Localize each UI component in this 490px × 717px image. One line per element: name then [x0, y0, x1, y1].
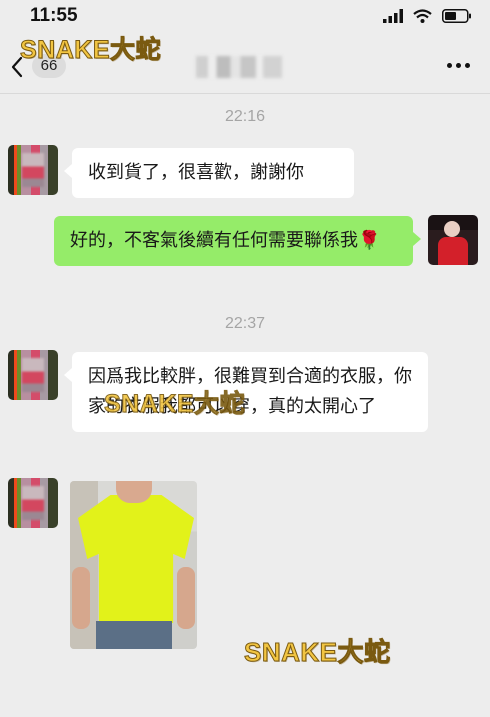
- contact-avatar[interactable]: [8, 145, 58, 195]
- contact-avatar[interactable]: [8, 350, 58, 400]
- message-text: 因爲我比較胖，很難買到合適的衣服，你家的衣服我都可以穿，真的太開心了: [88, 366, 412, 417]
- contact-name-blurred: ​: [196, 56, 282, 78]
- unread-count-badge[interactable]: 66: [32, 54, 66, 78]
- self-avatar[interactable]: [428, 215, 478, 265]
- message-bubble[interactable]: 好的，不客氣後續有任何需要聯係我🌹: [54, 216, 421, 266]
- battery-icon: [442, 9, 471, 23]
- contact-avatar[interactable]: [8, 478, 58, 528]
- message-bubble[interactable]: 收到貨了，很喜歡，謝謝你: [64, 148, 354, 198]
- status-icons: [383, 9, 472, 23]
- message-bubble[interactable]: 因爲我比較胖，很難買到合適的衣服，你家的衣服我都可以穿，真的太開心了: [64, 352, 428, 432]
- chat-screen: 11:55 66 ​: [0, 0, 490, 717]
- status-time: 11:55: [30, 5, 78, 26]
- message-timestamp: 22:16: [224, 108, 266, 125]
- message-image-yellow-shirt[interactable]: [70, 481, 197, 649]
- chat-header: 66 ​: [0, 34, 490, 94]
- message-timestamp: 22:37: [224, 315, 266, 332]
- message-text: 收到貨了，很喜歡，謝謝你: [88, 162, 304, 183]
- status-bar: 11:55: [0, 0, 490, 34]
- watermark: SNAKE大蛇: [244, 637, 391, 668]
- more-icon[interactable]: [447, 63, 470, 68]
- message-text: 好的，不客氣後續有任何需要聯係我🌹: [70, 230, 381, 251]
- wifi-icon: [413, 9, 432, 23]
- signal-icon: [383, 9, 403, 23]
- back-chevron-icon[interactable]: [10, 56, 24, 78]
